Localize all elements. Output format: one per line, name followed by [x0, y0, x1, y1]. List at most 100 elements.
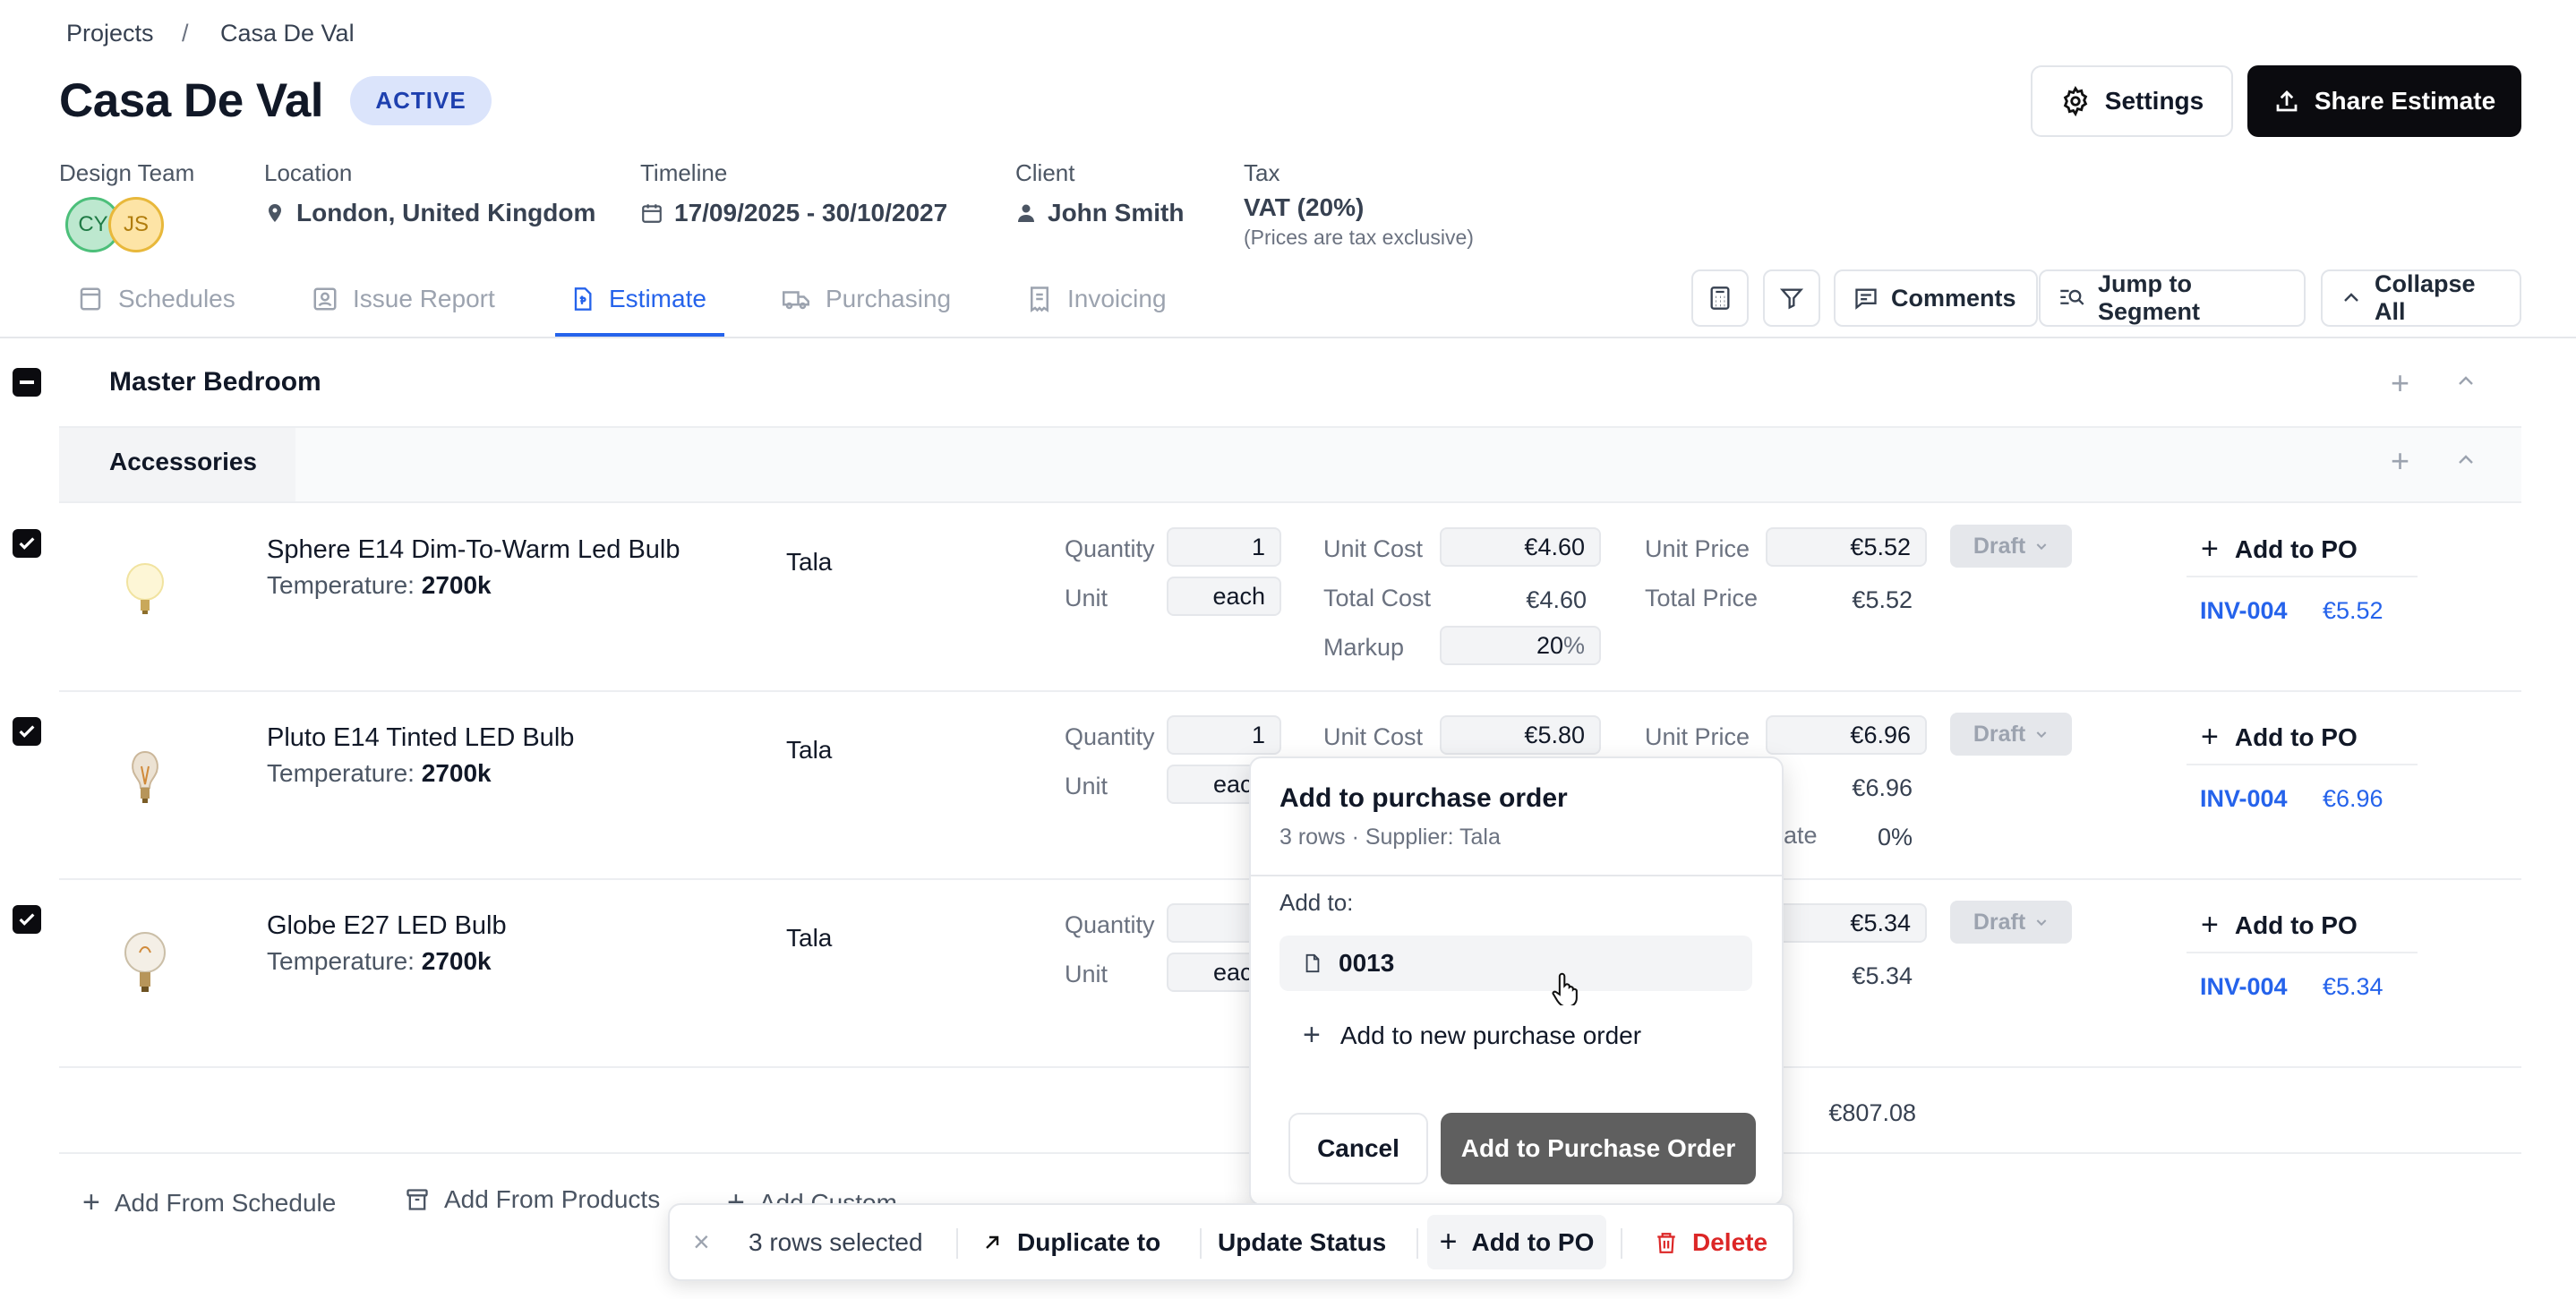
add-to-label: Add to:: [1279, 889, 1354, 916]
design-team-label: Design Team: [59, 159, 195, 186]
divider: [2187, 576, 2418, 577]
invoice-amount: €5.52: [2323, 597, 2383, 624]
unit-cost-input[interactable]: €5.80: [1440, 715, 1601, 755]
avatar[interactable]: JS: [108, 197, 164, 252]
tax-value: VAT (20%): [1244, 193, 1365, 221]
invoice-link[interactable]: INV-004: [2200, 973, 2288, 1001]
row-checkbox[interactable]: [13, 717, 41, 746]
page-title: Casa De Val: [59, 74, 324, 127]
chevron-up-icon: [2341, 287, 2362, 309]
breadcrumb-projects[interactable]: Projects: [66, 20, 154, 47]
add-to-po-button[interactable]: + Add to PO: [2201, 720, 2358, 755]
truck-icon: [781, 286, 811, 312]
breadcrumb-current: Casa De Val: [220, 20, 355, 47]
cancel-button[interactable]: Cancel: [1288, 1113, 1428, 1184]
row-divider: [59, 690, 2521, 692]
section-header: [59, 338, 2521, 426]
add-section-item-button[interactable]: +: [2391, 367, 2409, 399]
tab-purchasing[interactable]: Purchasing: [781, 285, 951, 313]
share-estimate-button[interactable]: Share Estimate: [2247, 65, 2521, 137]
tab-schedules[interactable]: Schedules: [77, 285, 235, 313]
quantity-input[interactable]: 1: [1167, 527, 1281, 567]
rate-label: ate: [1784, 822, 1818, 849]
collapse-subsection-button[interactable]: [2455, 449, 2477, 471]
row-checkbox[interactable]: [13, 905, 41, 934]
jump-to-segment-button[interactable]: Jump to Segment: [2039, 269, 2306, 327]
plus-icon: +: [1439, 1225, 1458, 1259]
trash-icon: [1655, 1230, 1678, 1255]
rate-value: 0%: [1877, 824, 1913, 850]
status-dropdown[interactable]: Draft: [1950, 713, 2072, 756]
add-to-po-button[interactable]: + Add to PO: [2201, 908, 2358, 943]
add-to-po-bar-button[interactable]: + Add to PO: [1427, 1215, 1606, 1269]
tab-estimate[interactable]: Estimate: [569, 285, 706, 313]
calculator-button[interactable]: [1691, 269, 1749, 327]
archive-icon: [405, 1187, 430, 1212]
chevron-up-icon: [2459, 455, 2473, 464]
product-name[interactable]: Sphere E14 Dim-To-Warm Led Bulb: [267, 535, 680, 565]
unit-input[interactable]: each: [1167, 577, 1281, 616]
delete-button[interactable]: Delete: [1655, 1205, 1767, 1279]
popup-title: Add to purchase order: [1279, 783, 1568, 813]
location-label: Location: [264, 159, 353, 186]
collapse-section-button[interactable]: [2455, 371, 2477, 392]
unit-price-input[interactable]: €5.34: [1766, 903, 1927, 943]
update-status-button[interactable]: Update Status: [1218, 1205, 1386, 1279]
unit-cost-input[interactable]: €4.60: [1440, 527, 1601, 567]
plus-icon: +: [82, 1185, 100, 1219]
row-checkbox[interactable]: [13, 529, 41, 558]
settings-button[interactable]: Settings: [2031, 65, 2233, 137]
estimate-icon: [569, 285, 595, 313]
add-from-products-button[interactable]: Add From Products: [405, 1185, 660, 1214]
product-image: [120, 929, 170, 997]
status-dropdown[interactable]: Draft: [1950, 901, 2072, 944]
schedule-icon: [77, 286, 104, 312]
add-new-po-option[interactable]: + Add to new purchase order: [1303, 1018, 1641, 1053]
popup-subtitle: 3 rows · Supplier: Tala: [1279, 825, 1501, 850]
clear-selection-button[interactable]: ×: [693, 1205, 710, 1279]
unit-price-input[interactable]: €6.96: [1766, 715, 1927, 755]
section-title: Master Bedroom: [109, 367, 321, 397]
product-name[interactable]: Globe E27 LED Bulb: [267, 911, 507, 941]
subsection-title: Accessories: [109, 448, 258, 475]
invoice-amount: €6.96: [2323, 785, 2383, 812]
quantity-input[interactable]: 1: [1167, 715, 1281, 755]
add-subsection-item-button[interactable]: +: [2391, 445, 2409, 477]
search-list-icon: [2058, 286, 2085, 311]
invoice-link[interactable]: INV-004: [2200, 785, 2288, 813]
plus-icon: +: [2201, 908, 2219, 942]
calendar-icon: [640, 201, 663, 225]
breadcrumb-separator: /: [182, 20, 189, 47]
supplier-name: Tala: [786, 736, 833, 764]
grand-total: €807.08: [1828, 1099, 1916, 1126]
existing-po-option[interactable]: 0013: [1279, 936, 1752, 991]
invoice-icon: [1026, 286, 1053, 312]
divider: [2187, 952, 2418, 953]
markup-input[interactable]: 20%: [1440, 626, 1601, 665]
timeline-value: 17/09/2025 - 30/10/2027: [640, 199, 947, 227]
selected-count: 3 rows selected: [749, 1227, 923, 1256]
unit-cost-label: Unit Cost: [1323, 723, 1424, 750]
product-name[interactable]: Pluto E14 Tinted LED Bulb: [267, 723, 574, 753]
tab-invoicing[interactable]: Invoicing: [1026, 285, 1167, 313]
product-temperature: Temperature: 2700k: [267, 759, 492, 787]
unit-price-input[interactable]: €5.52: [1766, 527, 1927, 567]
status-dropdown[interactable]: Draft: [1950, 525, 2072, 568]
tax-label: Tax: [1244, 159, 1280, 186]
chevron-up-icon: [2459, 376, 2473, 385]
duplicate-to-button[interactable]: Duplicate to: [981, 1205, 1160, 1279]
add-from-schedule-button[interactable]: + Add From Schedule: [82, 1185, 336, 1220]
section-checkbox[interactable]: [13, 368, 41, 397]
total-price-value: €5.52: [1852, 586, 1913, 613]
tab-issue-report[interactable]: Issue Report: [312, 285, 495, 313]
markup-label: Markup: [1323, 634, 1405, 661]
add-to-purchase-order-button[interactable]: Add to Purchase Order: [1441, 1113, 1756, 1184]
invoice-link[interactable]: INV-004: [2200, 597, 2288, 625]
plus-icon: +: [2201, 532, 2219, 566]
filter-button[interactable]: [1763, 269, 1820, 327]
plus-icon: +: [2201, 720, 2219, 754]
collapse-all-button[interactable]: Collapse All: [2321, 269, 2521, 327]
unit-label: Unit: [1065, 773, 1108, 799]
comments-button[interactable]: Comments: [1834, 269, 2038, 327]
add-to-po-button[interactable]: + Add to PO: [2201, 532, 2358, 567]
